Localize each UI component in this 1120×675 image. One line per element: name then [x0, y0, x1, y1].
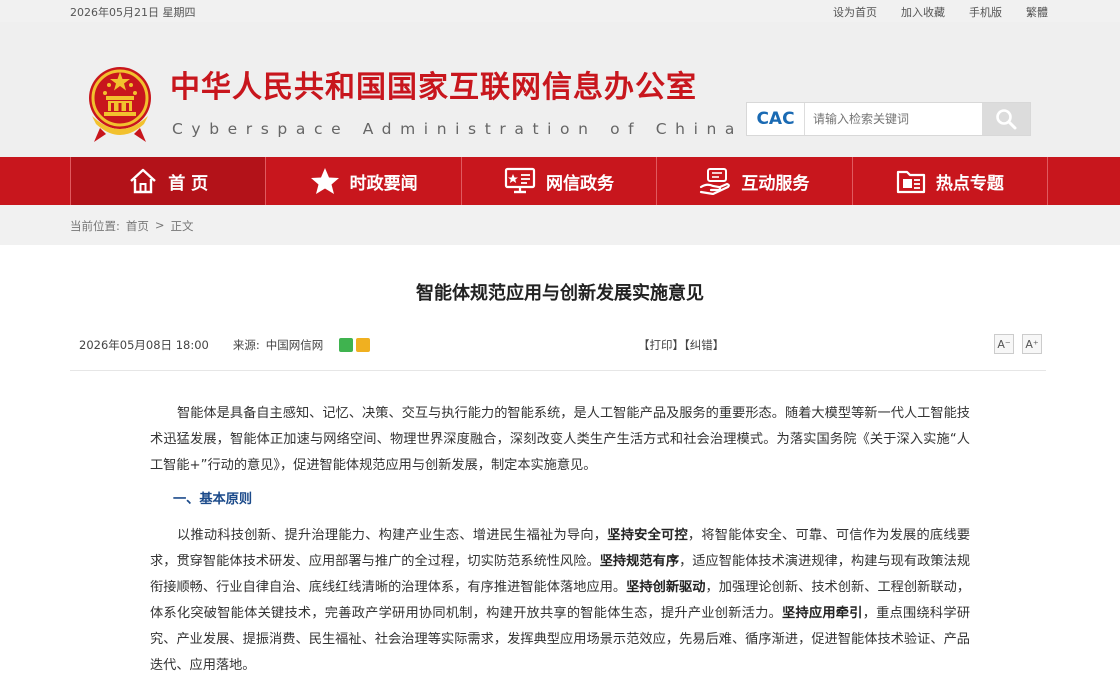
principle-security: 坚持安全可控 — [607, 528, 688, 543]
set-homepage-link[interactable]: 设为首页 — [833, 4, 877, 20]
traditional-chinese-link[interactable]: 繁體 — [1026, 4, 1048, 20]
folder-icon — [896, 170, 925, 194]
qzone-share-icon[interactable] — [356, 338, 371, 352]
nav-item-news[interactable]: 时政要闻 — [266, 157, 462, 205]
principle-innovation: 坚持创新驱动 — [626, 580, 706, 595]
site-title: 中华人民共和国国家互联网信息办公室 — [170, 70, 697, 105]
wechat-share-icon[interactable] — [339, 338, 354, 352]
section-heading-principles: 一、基本原则 — [173, 492, 253, 507]
national-emblem-icon[interactable] — [86, 58, 154, 148]
cac-logo: CAC — [747, 103, 805, 135]
source-name: 中国网信网 — [265, 338, 324, 352]
nav-item-interactive-services[interactable]: 互动服务 — [657, 157, 853, 205]
search-button[interactable] — [982, 103, 1030, 135]
breadcrumb-home-link[interactable]: 首页 — [126, 218, 149, 234]
home-icon — [130, 168, 157, 194]
article-title: 智能体规范应用与创新发展实施意见 — [416, 283, 704, 304]
breadcrumb-separator: > — [154, 218, 165, 232]
principles-paragraph: 以推动科技创新、提升治理能力、构建产业生态、增进民生福祉为导向，坚持安全可控，将… — [150, 523, 970, 675]
correction-link[interactable]: 【纠错】 — [684, 338, 724, 352]
nav-item-home[interactable]: 首 页 — [70, 157, 267, 205]
site-header: 中华人民共和国国家互联网信息办公室 Cyberspace Administrat… — [0, 22, 1120, 157]
utility-links: 设为首页 加入收藏 手机版 繁體 — [833, 4, 1048, 20]
star-icon — [310, 168, 339, 194]
breadcrumb: 当前位置: 首页 > 正文 — [70, 218, 194, 234]
nav-label-interactive-services: 互动服务 — [741, 173, 810, 194]
search-input[interactable] — [805, 103, 982, 135]
breadcrumb-bar: 当前位置: 首页 > 正文 — [0, 205, 1120, 245]
current-date: 2026年05月21日 星期四 — [70, 6, 196, 19]
nav-label-hot-topics: 热点专题 — [935, 173, 1004, 194]
monitor-icon — [504, 167, 536, 194]
principle-application: 坚持应用牵引 — [782, 606, 863, 621]
source-label: 来源: — [232, 338, 260, 352]
cac-logo-text: CAC — [756, 109, 795, 129]
breadcrumb-prefix: 当前位置: — [70, 219, 120, 233]
font-increase-button[interactable]: A⁺ — [1022, 334, 1042, 354]
nav-label-news: 时政要闻 — [349, 173, 418, 194]
nav-label-home: 首 页 — [168, 173, 209, 194]
principles-text-1: 以推动科技创新、提升治理能力、构建产业生态、增进民生福祉为导向， — [177, 528, 608, 543]
top-utility-bar: 2026年05月21日 星期四 设为首页 加入收藏 手机版 繁體 — [0, 0, 1120, 22]
add-favorite-link[interactable]: 加入收藏 — [901, 4, 945, 20]
mobile-version-link[interactable]: 手机版 — [969, 4, 1002, 20]
article-body: 智能体是具备自主感知、记忆、决策、交互与执行能力的智能系统，是人工智能产品及服务… — [150, 401, 970, 675]
principle-regulation: 坚持规范有序 — [599, 554, 680, 569]
article-meta: 2026年05月08日 18:00 来源: 中国网信网 【打印】【纠错】 A⁻ … — [70, 331, 1046, 371]
nav-item-government-affairs[interactable]: 网信政务 — [462, 157, 658, 205]
hand-icon — [700, 168, 731, 195]
font-decrease-button[interactable]: A⁻ — [994, 334, 1014, 354]
search-box: CAC — [746, 102, 1031, 136]
intro-paragraph: 智能体是具备自主感知、记忆、决策、交互与执行能力的智能系统，是人工智能产品及服务… — [150, 406, 970, 473]
site-subtitle-english: Cyberspace Administration of China — [172, 120, 744, 138]
print-link[interactable]: 【打印】 — [638, 338, 684, 352]
nav-label-government-affairs: 网信政务 — [546, 173, 615, 194]
main-navigation: 首 页 时政要闻 网信政务 互动服务 热点专题 — [0, 157, 1120, 205]
breadcrumb-current: 正文 — [170, 219, 194, 233]
nav-item-hot-topics[interactable]: 热点专题 — [853, 157, 1049, 205]
search-icon — [996, 109, 1017, 130]
publish-datetime: 2026年05月08日 18:00 — [79, 338, 209, 352]
